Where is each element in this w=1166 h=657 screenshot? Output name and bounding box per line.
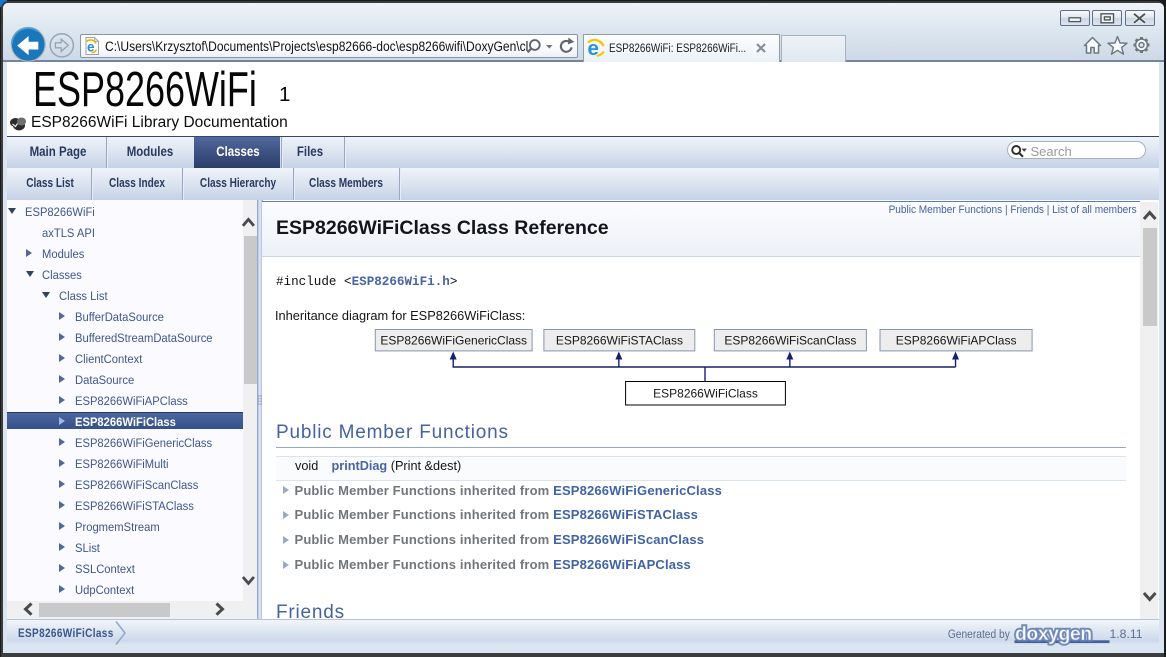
- svg-text:ESP8266WiFiAPClass: ESP8266WiFiAPClass: [896, 333, 1017, 347]
- svg-text:ESP8266WiFiScanClass: ESP8266WiFiScanClass: [724, 333, 856, 347]
- svg-text:ESP8266WiFiClass: ESP8266WiFiClass: [653, 386, 758, 400]
- svg-text:ESP8266WiFiSTAClass: ESP8266WiFiSTAClass: [556, 333, 683, 347]
- svg-text:ESP8266WiFiGenericClass: ESP8266WiFiGenericClass: [380, 333, 527, 347]
